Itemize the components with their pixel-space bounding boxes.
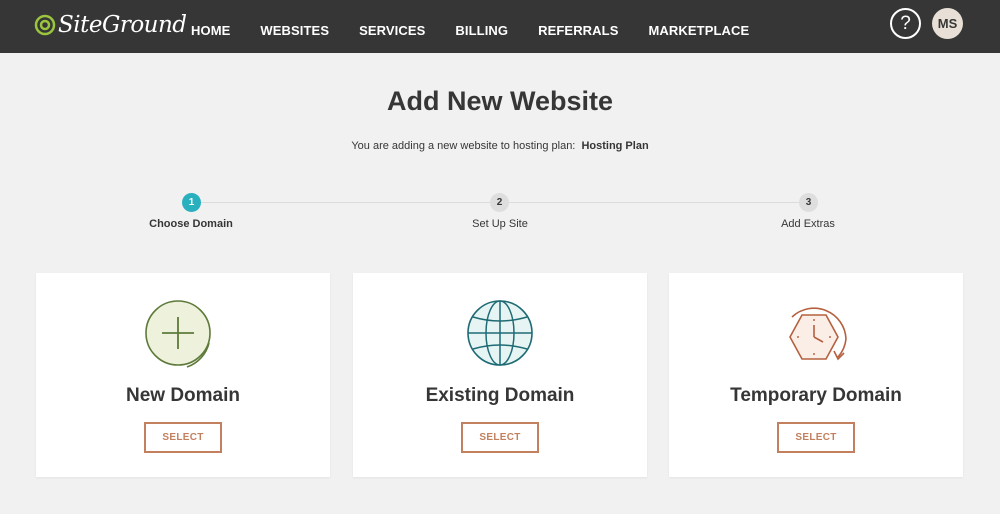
card-icon-wrap: [669, 299, 963, 371]
help-button[interactable]: ?: [890, 8, 921, 39]
globe-icon: [467, 300, 533, 366]
nav-item-referrals[interactable]: REFERRALS: [538, 15, 618, 38]
step-2-label: Set Up Site: [472, 218, 528, 230]
temporary-domain-card[interactable]: Temporary Domain SELECT: [669, 273, 963, 477]
plus-circle-icon: [145, 300, 211, 368]
select-new-domain-button[interactable]: SELECT: [144, 422, 222, 453]
nav-item-services[interactable]: SERVICES: [359, 15, 425, 38]
page-subtitle: You are adding a new website to hosting …: [0, 140, 1000, 152]
card-title: Existing Domain: [425, 385, 575, 406]
logo-swirl-icon: [34, 14, 56, 36]
step-1-indicator: 1: [182, 193, 201, 212]
question-mark-icon: ?: [900, 13, 911, 34]
hosting-plan-name: Hosting Plan: [581, 140, 649, 152]
step-connector: [509, 202, 800, 203]
subtitle-prefix: You are adding a new website to hosting …: [351, 140, 576, 152]
step-2-indicator: 2: [490, 193, 509, 212]
progress-stepper: 1 Choose Domain 2 Set Up Site 3 Add Extr…: [0, 190, 1000, 240]
step-3-indicator: 3: [799, 193, 818, 212]
main-nav: HOME WEBSITES SERVICES BILLING REFERRALS…: [176, 0, 764, 53]
nav-item-billing[interactable]: BILLING: [455, 15, 508, 38]
step-connector: [201, 202, 491, 203]
card-title: New Domain: [125, 385, 241, 406]
siteground-logo[interactable]: SiteGround: [34, 8, 187, 42]
logo-text: SiteGround: [58, 12, 187, 38]
card-icon-wrap: [353, 299, 647, 371]
step-3-label: Add Extras: [781, 218, 835, 230]
user-avatar[interactable]: MS: [932, 8, 963, 39]
step-1-label: Choose Domain: [149, 218, 233, 230]
card-title: Temporary Domain: [730, 385, 902, 406]
card-icon-wrap: [36, 299, 330, 371]
top-bar: SiteGround HOME WEBSITES SERVICES BILLIN…: [0, 0, 1000, 53]
existing-domain-card[interactable]: Existing Domain SELECT: [353, 273, 647, 477]
avatar-initials: MS: [937, 16, 958, 31]
select-temporary-domain-button[interactable]: SELECT: [777, 422, 855, 453]
page-title: Add New Website: [386, 86, 614, 116]
nav-item-marketplace[interactable]: MARKETPLACE: [648, 15, 749, 38]
nav-item-home[interactable]: HOME: [191, 15, 230, 38]
clock-icon: [789, 307, 847, 361]
select-existing-domain-button[interactable]: SELECT: [461, 422, 539, 453]
nav-item-websites[interactable]: WEBSITES: [260, 15, 329, 38]
new-domain-card[interactable]: New Domain SELECT: [36, 273, 330, 477]
